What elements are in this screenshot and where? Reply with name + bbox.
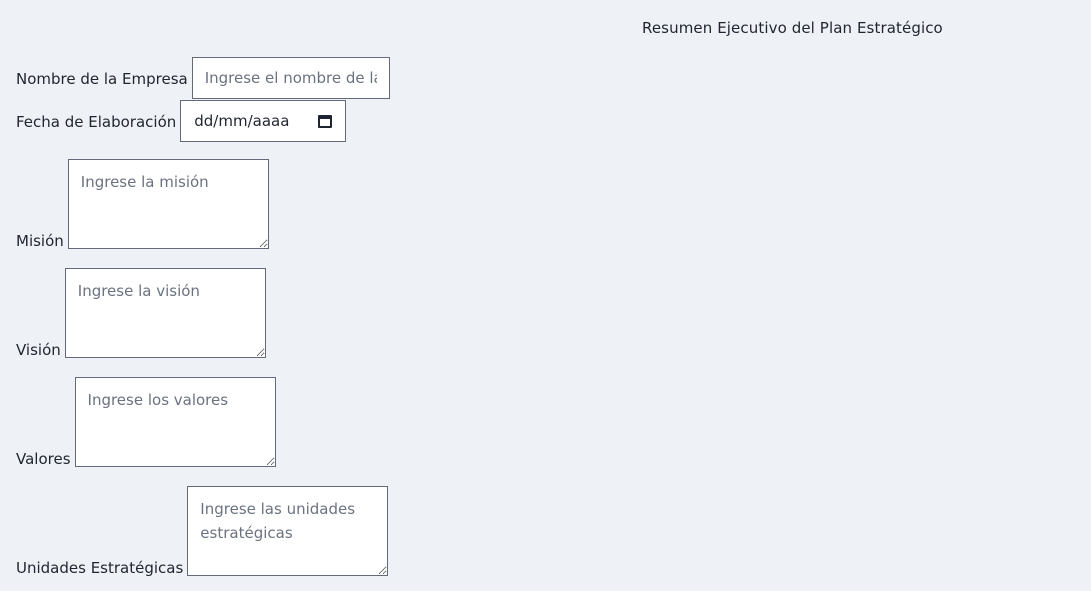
page-title: Resumen Ejecutivo del Plan Estratégico <box>642 19 943 37</box>
vision-label: Visión <box>16 341 61 359</box>
date-input[interactable]: dd/mm/aaaa <box>180 100 347 142</box>
date-row: Fecha de Elaboración dd/mm/aaaa <box>16 100 716 142</box>
strategic-units-textarea[interactable] <box>187 486 389 576</box>
company-name-row: Nombre de la Empresa <box>16 57 716 99</box>
strategic-plan-form: Nombre de la Empresa Fecha de Elaboració… <box>16 57 716 577</box>
date-label: Fecha de Elaboración <box>16 113 177 131</box>
calendar-icon[interactable] <box>318 114 333 128</box>
values-textarea[interactable] <box>74 377 276 467</box>
strategic-units-label: Unidades Estratégicas <box>16 559 184 577</box>
company-name-input[interactable] <box>191 57 390 99</box>
mission-label: Misión <box>16 232 64 250</box>
values-label: Valores <box>16 450 71 468</box>
values-row: Valores <box>16 377 716 467</box>
vision-row: Visión <box>16 268 716 358</box>
mission-row: Misión <box>16 159 716 249</box>
date-format-text: dd/mm/aaaa <box>194 112 290 130</box>
mission-textarea[interactable] <box>67 159 269 249</box>
strategic-units-row: Unidades Estratégicas <box>16 486 716 576</box>
vision-textarea[interactable] <box>64 268 266 358</box>
company-name-label: Nombre de la Empresa <box>16 70 188 88</box>
